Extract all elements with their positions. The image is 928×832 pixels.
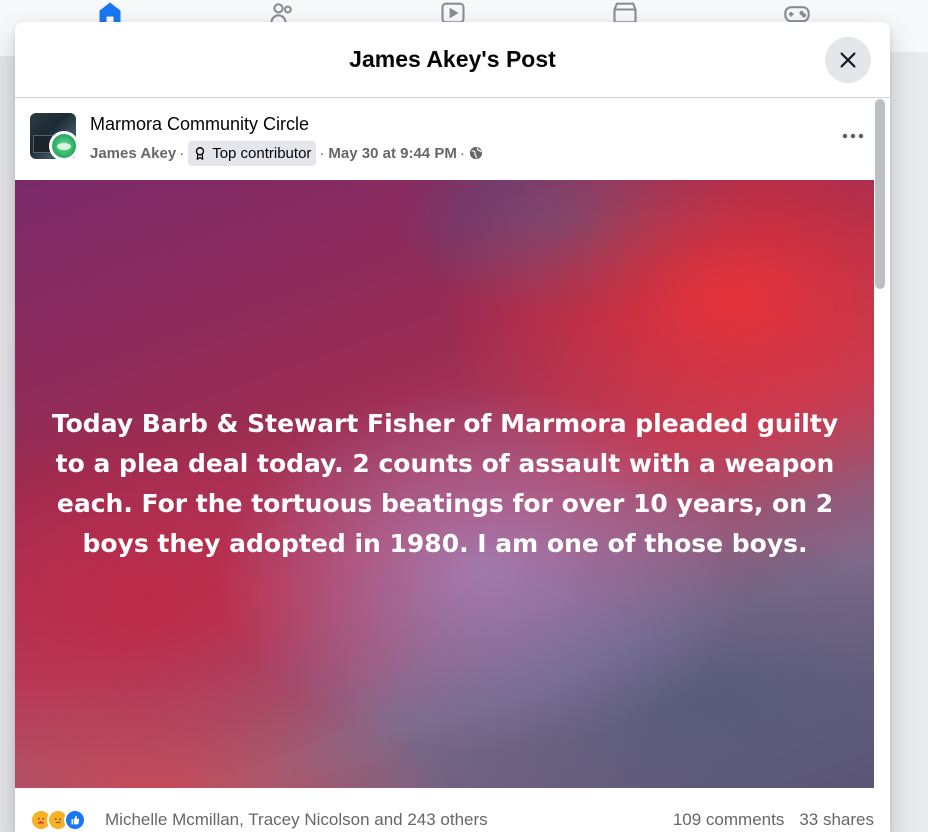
post-scroll-area[interactable]: Marmora Community Circle James Akey · To… xyxy=(15,98,890,832)
award-icon xyxy=(195,147,205,160)
scrollbar-thumb[interactable] xyxy=(875,99,885,289)
post-dialog: James Akey's Post Marmora Community Circ… xyxy=(15,22,890,832)
post-background: Today Barb & Stewart Fisher of Marmora p… xyxy=(15,180,874,788)
post-timestamp[interactable]: May 30 at 9:44 PM xyxy=(328,145,456,162)
gaming-icon[interactable] xyxy=(782,2,812,24)
marketplace-icon[interactable] xyxy=(610,2,640,24)
close-icon xyxy=(840,52,856,68)
like-icon xyxy=(64,809,86,831)
badge-label: Top contributor xyxy=(212,144,312,162)
meta-separator: · xyxy=(459,144,465,162)
top-contributor-badge[interactable]: Top contributor xyxy=(188,140,317,166)
close-button[interactable] xyxy=(825,37,871,83)
engagement-counts: 109 comments 33 shares xyxy=(673,808,874,832)
reactors-link[interactable]: Michelle Mcmillan, Tracey Nicolson and 2… xyxy=(105,808,488,832)
meta-separator: · xyxy=(179,144,185,162)
post-header: Marmora Community Circle James Akey · To… xyxy=(15,98,874,180)
home-icon[interactable] xyxy=(95,2,125,24)
group-name-link[interactable]: Marmora Community Circle xyxy=(90,114,309,135)
friends-icon[interactable] xyxy=(267,2,297,24)
post-text: Today Barb & Stewart Fisher of Marmora p… xyxy=(51,409,839,558)
post-meta: James Akey · Top contributor · May 30 at… xyxy=(90,140,483,166)
reaction-icons[interactable] xyxy=(30,808,86,832)
page-background xyxy=(890,52,928,832)
author-name-link[interactable]: James Akey xyxy=(90,145,176,162)
more-options-icon xyxy=(842,133,864,139)
shares-count-link[interactable]: 33 shares xyxy=(799,810,874,830)
scrollbar[interactable] xyxy=(874,98,890,832)
dialog-header: James Akey's Post xyxy=(15,22,890,98)
comments-count-link[interactable]: 109 comments xyxy=(673,810,785,830)
post-stats-bar: Michelle Mcmillan, Tracey Nicolson and 2… xyxy=(15,788,874,832)
dialog-title: James Akey's Post xyxy=(349,46,556,72)
more-options-button[interactable] xyxy=(837,120,869,152)
globe-icon[interactable] xyxy=(469,146,483,160)
author-avatar[interactable] xyxy=(49,131,79,161)
meta-separator: · xyxy=(319,144,325,162)
video-icon[interactable] xyxy=(438,2,468,24)
